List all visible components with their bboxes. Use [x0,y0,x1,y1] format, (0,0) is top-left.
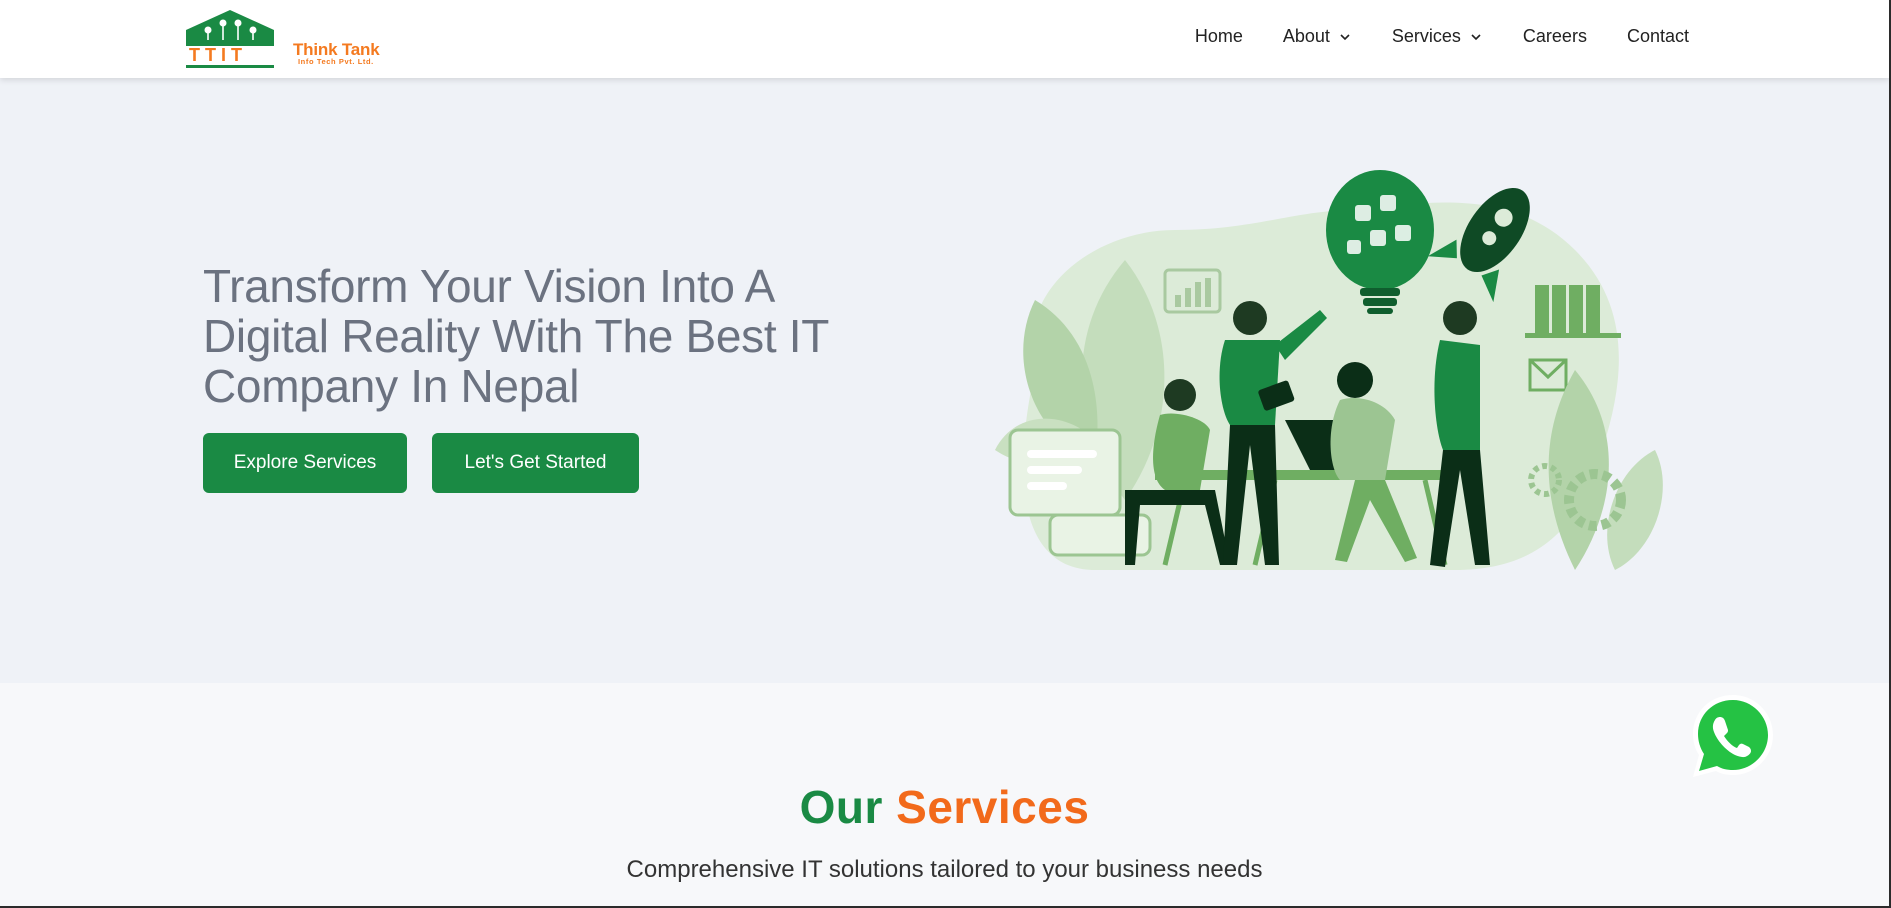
logo-name: Think Tank [293,40,380,59]
team-collaboration-illustration [995,170,1663,570]
nav-contact[interactable]: Contact [1627,26,1689,47]
main-nav: Home About Services Careers Contact [1155,26,1689,47]
hero-title: Transform Your Vision Into A Digital Rea… [203,260,829,412]
services-title-word1: Our [799,781,883,833]
nav-careers[interactable]: Careers [1523,26,1587,47]
page: TTIT Think Tank Info Tech Pvt. Ltd. Home… [0,0,1889,906]
nav-home[interactable]: Home [1195,26,1243,47]
services-title: Our Services [0,780,1889,834]
logo-house-icon: TTIT [186,10,274,68]
services-title-word2: Services [896,781,1090,833]
chevron-down-icon [1471,33,1481,40]
get-started-button[interactable]: Let's Get Started [432,433,639,493]
nav-careers-label: Careers [1522,26,1587,46]
nav-services[interactable]: Services [1392,26,1483,47]
hero-section: Transform Your Vision Into A Digital Rea… [0,78,1889,683]
services-subtitle: Comprehensive IT solutions tailored to y… [626,856,1263,883]
nav-home-label: Home [1194,26,1243,46]
whatsapp-icon [1693,695,1773,777]
nav-about[interactable]: About [1283,26,1352,47]
navbar: TTIT Think Tank Info Tech Pvt. Ltd. Home… [0,0,1889,78]
whatsapp-button[interactable] [1683,687,1783,787]
explore-services-button[interactable]: Explore Services [203,433,407,493]
logo-tagline: Info Tech Pvt. Ltd. [298,57,374,66]
nav-about-label: About [1282,26,1330,46]
chevron-down-icon [1340,33,1350,40]
logo-text: Think Tank Info Tech Pvt. Ltd. [293,40,380,66]
services-section: Our Services Comprehensive IT solutions … [0,683,1889,906]
logo[interactable]: TTIT Think Tank Info Tech Pvt. Ltd. [183,8,423,70]
svg-text:TTIT: TTIT [189,45,247,65]
nav-services-label: Services [1391,26,1461,46]
nav-contact-label: Contact [1626,26,1689,46]
